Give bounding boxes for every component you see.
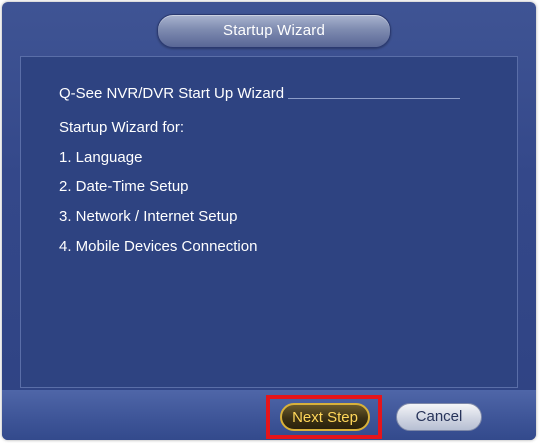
dialog-title: Startup Wizard	[157, 14, 391, 48]
startup-wizard-dialog: Startup Wizard Q-See NVR/DVR Start Up Wi…	[2, 2, 536, 440]
step-language: 1. Language	[59, 149, 143, 166]
wizard-intro: Startup Wizard for:	[59, 119, 185, 136]
next-step-button[interactable]: Next Step	[280, 403, 370, 431]
step-network: 3. Network / Internet Setup	[59, 208, 238, 225]
step-date-time: 2. Date-Time Setup	[59, 178, 189, 195]
heading-row: Q-See NVR/DVR Start Up Wizard	[59, 85, 461, 102]
wizard-content-panel: Q-See NVR/DVR Start Up Wizard Startup Wi…	[20, 56, 518, 388]
step-mobile-devices: 4. Mobile Devices Connection	[59, 238, 258, 255]
heading-divider	[288, 98, 461, 99]
cancel-button[interactable]: Cancel	[396, 403, 482, 431]
wizard-heading: Q-See NVR/DVR Start Up Wizard	[59, 85, 285, 102]
